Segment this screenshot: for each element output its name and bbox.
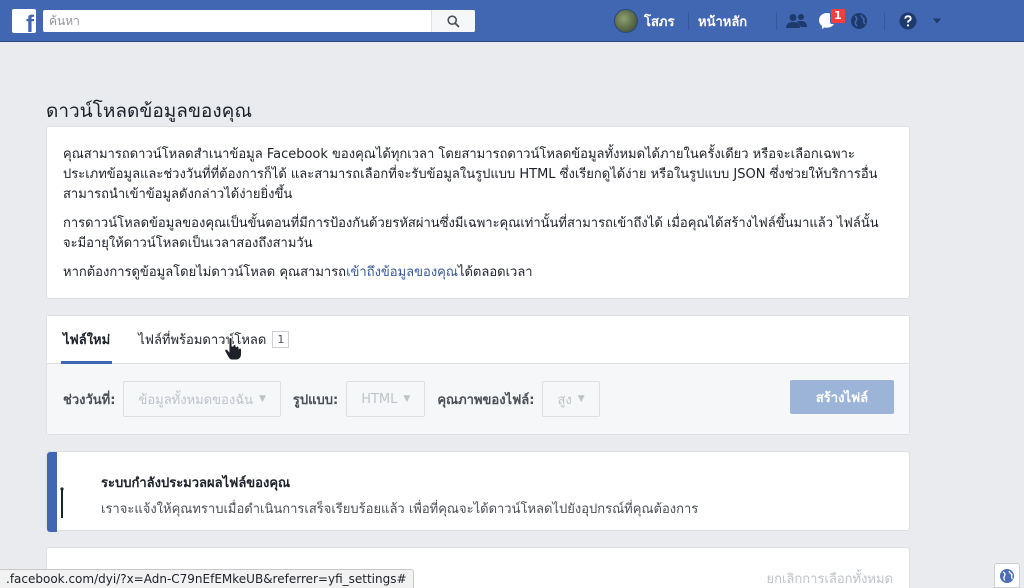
filter-bar: ช่วงวันที่: ข้อมูลทั้งหมดของฉัน ▼ รูปแบบ:… — [47, 364, 909, 434]
create-file-button[interactable]: สร้างไฟล์ — [790, 380, 894, 414]
caret-down-icon: ▼ — [577, 394, 585, 404]
top-navigation-bar: f โสภร หน้าหลัก 1 — [0, 0, 1024, 42]
globe-icon — [851, 13, 867, 29]
processing-notice: ระบบกำลังประมวลผลไฟล์ของคุณ เราจะแจ้งให้… — [46, 451, 910, 532]
globe-icon — [1000, 568, 1014, 583]
help-button[interactable] — [899, 0, 917, 42]
format-select[interactable]: HTML ▼ — [346, 381, 426, 417]
nav-divider — [884, 0, 885, 42]
chat-globe-button[interactable] — [994, 563, 1020, 588]
intro-paragraph: การดาวน์โหลดข้อมูลของคุณเป็นขั้นตอนที่มี… — [63, 216, 879, 251]
media-quality-value: สูง — [557, 392, 572, 408]
search-input[interactable] — [43, 10, 431, 32]
notice-text: เราจะแจ้งให้คุณทราบเมื่อดำเนินการเสร็จเร… — [101, 502, 699, 517]
tab-label: ไฟล์ที่พร้อมดาวน์โหลด — [138, 332, 267, 348]
help-icon — [899, 12, 917, 30]
hand-cursor-icon — [224, 337, 242, 361]
info-icon — [57, 485, 67, 518]
download-options-card: ไฟล์ใหม่ ไฟล์ที่พร้อมดาวน์โหลด 1 ช่วงวัน… — [46, 315, 910, 435]
intro-paragraph: คุณสามารถดาวน์โหลดสำเนาข้อมูล Facebook ข… — [63, 147, 878, 202]
home-link[interactable]: หน้าหลัก — [698, 0, 747, 42]
search-button[interactable] — [431, 10, 475, 32]
search-box — [43, 10, 475, 32]
media-quality-select[interactable]: สูง ▼ — [542, 381, 600, 417]
notifications-button[interactable] — [850, 0, 868, 42]
caret-down-icon: ▼ — [258, 394, 266, 404]
media-quality-label: คุณภาพของไฟล์: — [437, 392, 535, 408]
format-value: HTML — [361, 391, 398, 407]
home-label: หน้าหลัก — [698, 14, 748, 30]
tab-new-file[interactable]: ไฟล์ใหม่ — [61, 315, 113, 364]
caret-down-icon — [933, 18, 941, 24]
avatar — [614, 9, 638, 33]
intro-card: คุณสามารถดาวน์โหลดสำเนาข้อมูล Facebook ข… — [46, 126, 910, 299]
page-title: ดาวน์โหลดข้อมูลของคุณ — [46, 100, 252, 122]
intro-text: ได้ตลอดเวลา — [457, 265, 533, 280]
profile-name: โสภร — [644, 14, 675, 30]
intro-paragraph: หากต้องการดูข้อมูลโดยไม่ดาวน์โหลด คุณสาม… — [63, 263, 893, 283]
caret-down-icon: ▼ — [403, 394, 411, 404]
notification-badge: 1 — [830, 8, 846, 24]
friend-requests-button[interactable] — [786, 0, 808, 42]
notice-title: ระบบกำลังประมวลผลไฟล์ของคุณ — [101, 476, 291, 491]
tab-available-files[interactable]: ไฟล์ที่พร้อมดาวน์โหลด 1 — [136, 315, 291, 363]
date-range-value: ข้อมูลทั้งหมดของฉัน — [138, 392, 253, 408]
link-status-bar: .facebook.com/dyi/?x=Adn-C79nEfEMkeUB&re… — [0, 569, 414, 588]
date-range-select[interactable]: ข้อมูลทั้งหมดของฉัน ▼ — [123, 381, 281, 417]
account-menu-button[interactable] — [932, 0, 942, 42]
nav-divider — [688, 0, 689, 42]
date-range-label: ช่วงวันที่: — [63, 392, 116, 408]
facebook-logo-icon[interactable]: f — [12, 9, 36, 33]
tab-count-badge: 1 — [272, 330, 290, 348]
tab-label: ไฟล์ใหม่ — [63, 332, 111, 348]
nav-divider — [776, 0, 777, 42]
intro-text: หากต้องการดูข้อมูลโดยไม่ดาวน์โหลด คุณสาม… — [63, 265, 347, 280]
access-your-information-link[interactable]: เข้าถึงข้อมูลของคุณ — [346, 265, 458, 280]
format-label: รูปแบบ: — [292, 392, 339, 408]
tab-bar: ไฟล์ใหม่ ไฟล์ที่พร้อมดาวน์โหลด 1 — [47, 316, 909, 364]
search-icon — [447, 14, 460, 28]
deselect-all-link[interactable]: ยกเลิกการเลือกทั้งหมด — [766, 568, 893, 588]
friends-icon — [786, 14, 807, 28]
profile-link[interactable]: โสภร — [614, 0, 674, 42]
